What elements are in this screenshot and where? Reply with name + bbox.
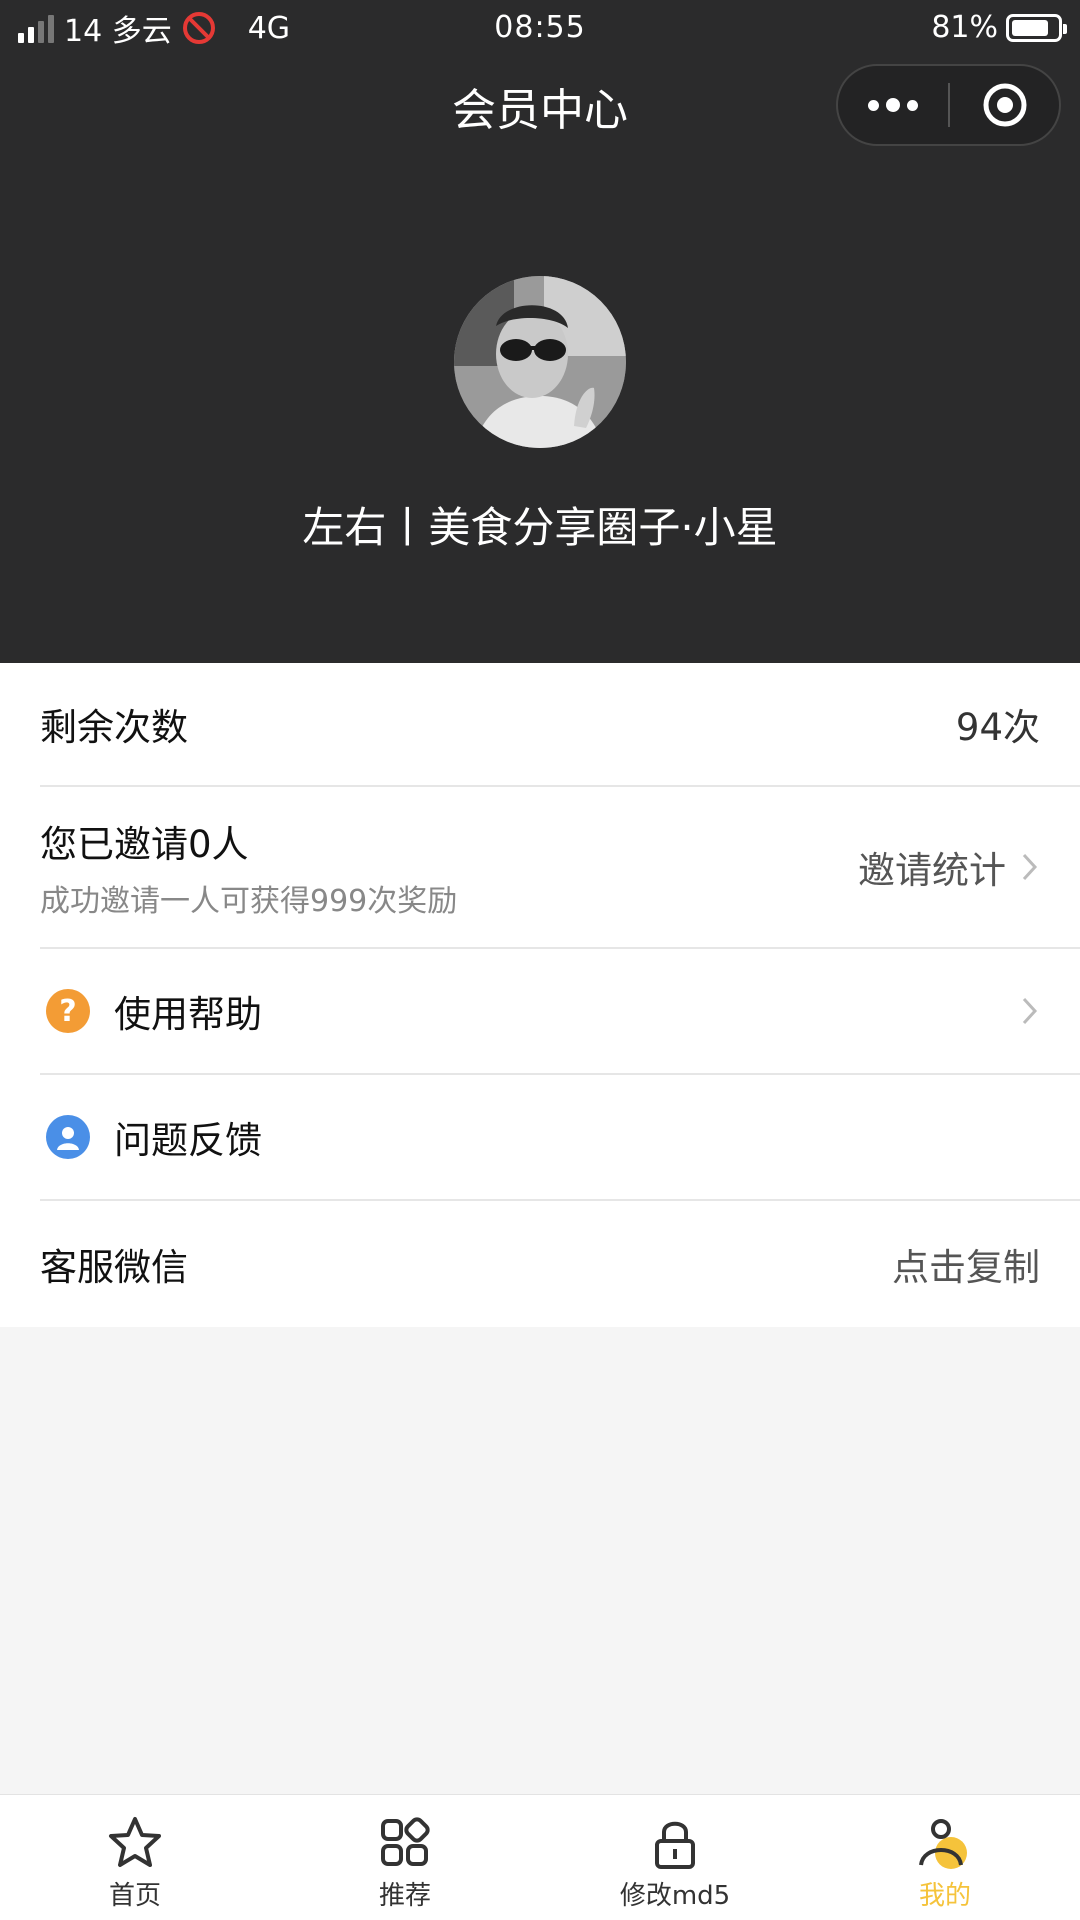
invite-row[interactable]: 您已邀请0人 成功邀请一人可获得999次奖励 邀请统计: [40, 787, 1080, 949]
tab-md5[interactable]: 修改md5: [540, 1795, 810, 1920]
battery-fill: [1012, 19, 1048, 36]
question-mark: ?: [59, 993, 77, 1029]
feedback-row[interactable]: 问题反馈: [40, 1075, 1080, 1201]
close-button[interactable]: [950, 66, 1059, 144]
status-right: 81%: [931, 10, 1067, 45]
help-row[interactable]: ? 使用帮助: [40, 949, 1080, 1075]
copy-label: 点击复制: [892, 1246, 1040, 1289]
invite-stats-label: 邀请统计: [858, 849, 1006, 892]
copy-wechat-button[interactable]: 点击复制: [892, 1237, 1040, 1291]
tab-mine-label: 我的: [918, 1881, 971, 1911]
remaining-row: 剩余次数 94次: [40, 663, 1080, 787]
invite-title: 您已邀请0人: [40, 823, 249, 866]
question-icon: ?: [46, 989, 90, 1033]
invite-stats-link[interactable]: 邀请统计: [858, 840, 1040, 894]
lock-icon: [655, 1821, 695, 1869]
grid-icon: [381, 1817, 430, 1866]
avatar[interactable]: [454, 276, 626, 448]
member-list: 剩余次数 94次 您已邀请0人 成功邀请一人可获得999次奖励 邀请统计 ? 使…: [0, 663, 1080, 1327]
tab-recommend[interactable]: 推荐: [270, 1795, 540, 1920]
more-button[interactable]: [838, 66, 948, 144]
capsule-menu: [836, 64, 1061, 146]
invite-text: 您已邀请0人 成功邀请一人可获得999次奖励: [40, 814, 457, 920]
more-dots-icon: [868, 99, 879, 111]
profile-name: 左右丨美食分享圈子·小星: [302, 503, 778, 552]
person-icon: [919, 1819, 967, 1869]
chevron-right-icon: [1022, 997, 1038, 1025]
battery-icon: [1006, 13, 1067, 42]
remaining-label: 剩余次数: [40, 706, 188, 749]
target-circle-icon: [983, 83, 1026, 127]
user-icon: [46, 1115, 90, 1159]
chevron-right-icon: [1022, 853, 1038, 881]
star-icon: [109, 1817, 161, 1867]
more-dot: [886, 98, 900, 112]
tab-bar: 首页 推荐 修改md5 我的: [0, 1794, 1080, 1920]
help-label: 使用帮助: [114, 993, 262, 1036]
battery-percent: 81%: [931, 10, 998, 45]
avatar-image: [454, 276, 626, 448]
service-label: 客服微信: [40, 1246, 188, 1289]
more-dot: [907, 99, 918, 111]
tab-recommend-label: 推荐: [378, 1881, 431, 1911]
service-row[interactable]: 客服微信 点击复制: [40, 1201, 1080, 1327]
invite-subtitle: 成功邀请一人可获得999次奖励: [40, 884, 458, 919]
remaining-value: 94次: [956, 697, 1040, 751]
header: 14 多云 4G 08:55 81% 会员中心 左右丨美食分享圈子·小星: [0, 0, 1080, 663]
tab-home-label: 首页: [108, 1881, 161, 1911]
user-glyph: [57, 1127, 79, 1150]
feedback-label: 问题反馈: [114, 1119, 262, 1162]
tab-home[interactable]: 首页: [0, 1795, 270, 1920]
help-chevron: [1020, 994, 1040, 1028]
tab-md5-label: 修改md5: [619, 1881, 731, 1911]
status-time: 08:55: [494, 10, 586, 45]
status-bar: 14 多云 4G 08:55 81%: [0, 0, 1080, 56]
remaining-count: 94次: [955, 706, 1040, 749]
tab-mine[interactable]: 我的: [810, 1795, 1080, 1920]
